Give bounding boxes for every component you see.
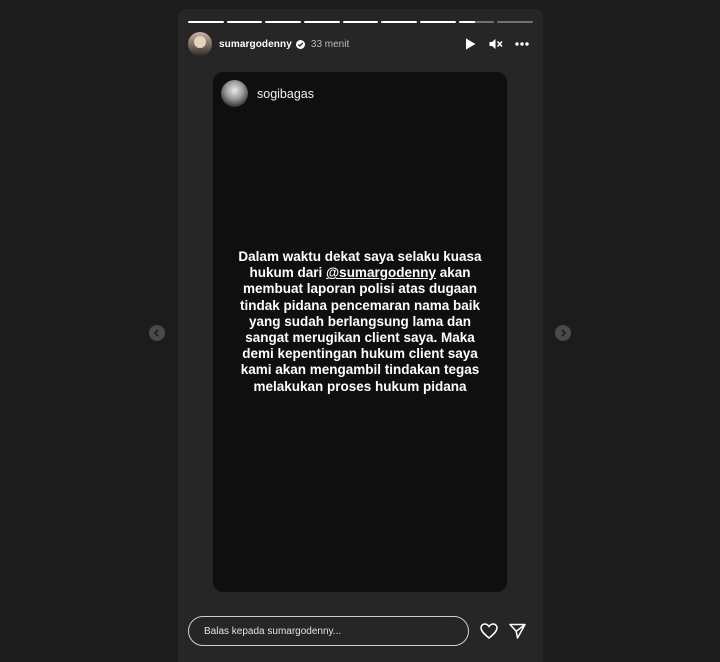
more-options-icon[interactable]	[515, 37, 529, 51]
progress-segment-fill	[188, 21, 224, 23]
progress-segment-fill	[420, 21, 456, 23]
progress-segment-fill	[342, 21, 379, 23]
send-icon[interactable]	[507, 621, 527, 641]
speaker-muted-icon[interactable]	[489, 37, 503, 51]
previous-story-button[interactable]	[149, 325, 165, 341]
chevron-right-icon	[559, 324, 567, 342]
progress-segment-fill	[458, 21, 475, 23]
progress-segment	[265, 21, 302, 23]
mention-link[interactable]: @sumargodenny	[326, 265, 436, 280]
chevron-left-icon	[153, 324, 161, 342]
progress-segment-fill	[265, 21, 302, 23]
progress-segment	[420, 21, 456, 23]
story-header: sumargodenny 33 menit	[188, 31, 529, 57]
progress-segment	[226, 21, 263, 23]
story-viewer: sumargodenny 33 menit sogibagas Dalam wa…	[178, 9, 543, 662]
username[interactable]: sumargodenny	[219, 39, 292, 50]
reply-input[interactable]: Balas kepada sumargodenny...	[188, 616, 469, 646]
next-story-button[interactable]	[555, 325, 571, 341]
reply-placeholder: Balas kepada sumargodenny...	[204, 625, 342, 637]
avatar[interactable]	[188, 32, 212, 56]
progress-segment-fill	[304, 21, 340, 23]
heart-icon[interactable]	[479, 621, 499, 641]
post-time: 33 menit	[310, 38, 350, 50]
progress-segment	[381, 21, 418, 23]
progress-segment	[304, 21, 340, 23]
story-content-card: sogibagas Dalam waktu dekat saya selaku …	[213, 72, 507, 592]
card-username: sogibagas	[257, 87, 314, 101]
story-message: Dalam waktu dekat saya selaku kuasa huku…	[229, 249, 491, 395]
progress-segment-fill	[226, 21, 263, 23]
message-text-end: akan membuat laporan polisi atas dugaan …	[239, 265, 481, 394]
card-avatar	[221, 80, 248, 107]
progress-segment	[458, 21, 495, 23]
progress-segment	[188, 21, 224, 23]
progress-segment	[497, 21, 534, 23]
play-icon[interactable]	[463, 37, 477, 51]
story-progress-bar	[188, 21, 534, 23]
verified-badge-icon	[295, 39, 305, 49]
progress-segment-fill	[381, 21, 418, 23]
progress-segment	[342, 21, 379, 23]
